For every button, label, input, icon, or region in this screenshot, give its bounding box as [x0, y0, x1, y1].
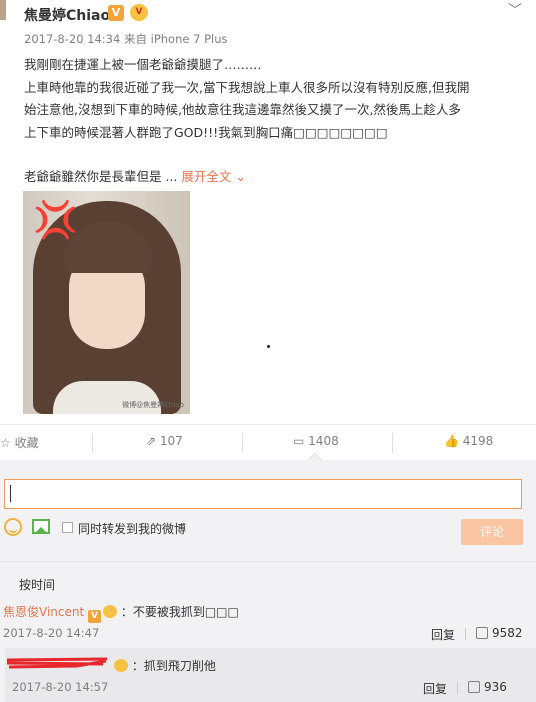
chevron-down-icon[interactable]: ﹀: [508, 0, 522, 20]
comment-like-button[interactable]: 936: [468, 680, 507, 694]
reply-button[interactable]: 回复: [431, 626, 455, 643]
comment-text: ：抓到飛刀削他: [131, 659, 216, 673]
divider: [465, 628, 466, 640]
repost-button[interactable]: ⇗ 107: [146, 434, 183, 448]
comment-time: 2017-8-20 14:57: [12, 680, 109, 694]
vip-crown-icon: [103, 605, 118, 618]
like-button[interactable]: 👍 4198: [444, 434, 493, 448]
cursor-dot: [267, 345, 270, 348]
divider: [92, 433, 93, 453]
reply-button[interactable]: 回复: [423, 680, 447, 697]
anger-emoji-icon: 💢: [33, 200, 78, 241]
post-text-line-1: 我剛剛在捷運上被一個老爺爺摸腿了………: [24, 57, 262, 72]
comment-count: 1408: [308, 434, 339, 448]
comment-input[interactable]: [4, 479, 522, 509]
sync-repost-label: 同时转发到我的微博: [78, 522, 187, 536]
post-text-line-2: 上車時他靠的我很近碰了我一次,當下我想說上車人很多所以沒有特別反應,但我開: [24, 80, 470, 95]
divider: [457, 682, 458, 694]
verified-badge-icon: V: [88, 610, 102, 623]
favorite-button[interactable]: ☆ 收藏: [0, 434, 39, 451]
photo-watermark: 微博@焦曼婷Chiao: [122, 401, 184, 409]
post-photo[interactable]: 💢 微博@焦曼婷Chiao: [23, 191, 190, 414]
comment-item: 焦恩俊Vincent V ：不要被我抓到□□□: [3, 603, 239, 623]
post-text-line-4: 上下車的時候混著人群跑了GOD!!!我氣到胸口痛□□□□□□□□: [24, 125, 388, 140]
sync-repost-checkbox[interactable]: [62, 522, 73, 533]
divider: [242, 433, 243, 453]
verified-badge-icon: V: [108, 5, 124, 21]
comment-text: ：不要被我抓到□□□: [120, 605, 239, 619]
avatar[interactable]: [0, 0, 6, 20]
expand-full-text-link[interactable]: 展开全文 ⌄: [181, 169, 245, 184]
thumb-up-icon: 👍: [444, 434, 459, 448]
comment-icon: ▭: [293, 434, 305, 448]
vip-crown-icon: [130, 4, 148, 21]
submit-comment-button[interactable]: 评论: [461, 519, 523, 545]
chevron-down-icon: ⌄: [235, 169, 246, 184]
post-text-line-3: 始注意他,沒想到下車的時候,他故意往我這邊靠然後又摸了一次,然後馬上趁人多: [24, 102, 461, 117]
thumb-up-icon: [476, 627, 488, 639]
post-text-truncated: 老爺爺雖然你是長輩但是 ...: [24, 169, 178, 184]
comment-like-count: 936: [484, 680, 507, 694]
commenter-name[interactable]: 焦恩俊Vincent: [3, 605, 84, 619]
divider: [0, 561, 536, 562]
post-text-line-5: 老爺爺雖然你是長輩但是 ... 展开全文 ⌄: [24, 166, 246, 185]
vip-crown-icon: [114, 659, 128, 672]
image-icon[interactable]: [32, 519, 50, 534]
favorite-label: 收藏: [14, 436, 39, 450]
post-username[interactable]: 焦曼婷Chiao: [24, 5, 110, 25]
text-cursor: [10, 485, 11, 502]
comment-like-button[interactable]: 9582: [476, 626, 523, 640]
star-icon: ☆: [0, 436, 11, 450]
divider: [392, 433, 393, 453]
redaction-scribble: [7, 657, 107, 669]
repost-count: 107: [159, 434, 183, 448]
post-meta: 2017-8-20 14:34 来自 iPhone 7 Plus: [24, 32, 228, 46]
comment-button[interactable]: ▭ 1408: [293, 434, 339, 448]
like-count: 4198: [462, 434, 494, 448]
comment-time: 2017-8-20 14:47: [3, 626, 100, 640]
emoji-icon[interactable]: [4, 518, 22, 536]
comment-item: ：抓到飛刀削他: [112, 657, 216, 674]
comment-like-count: 9582: [492, 626, 523, 640]
thumb-up-icon: [468, 681, 480, 693]
sort-by-time[interactable]: 按时间: [19, 576, 55, 593]
repost-icon: ⇗: [146, 434, 157, 448]
expand-label: 展开全文: [181, 169, 232, 184]
